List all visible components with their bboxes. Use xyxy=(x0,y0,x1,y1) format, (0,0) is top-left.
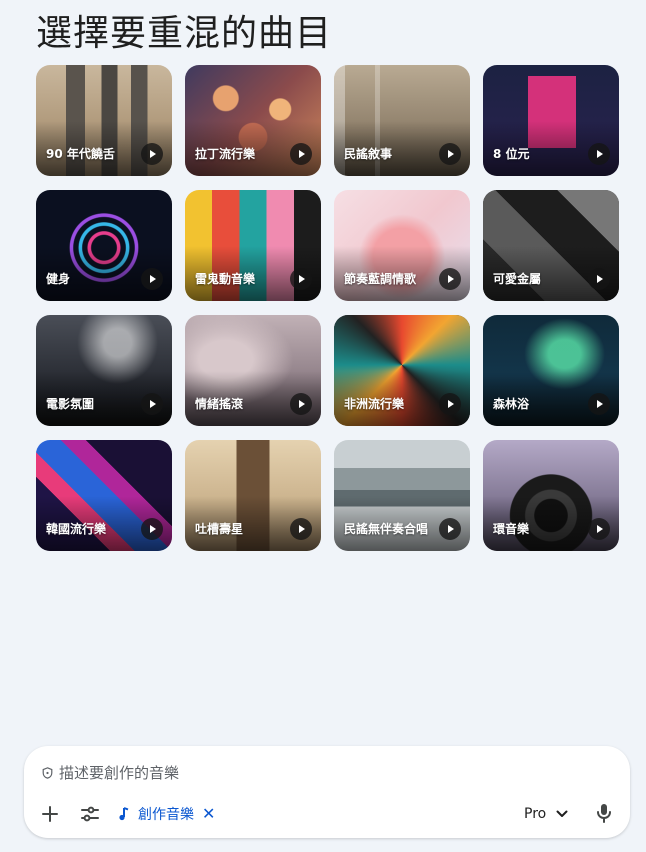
play-icon[interactable] xyxy=(439,393,461,415)
play-icon[interactable] xyxy=(588,518,610,540)
tile-label: 韓國流行樂 xyxy=(46,522,107,536)
track-tile[interactable]: 90 年代饒舌 xyxy=(36,65,172,176)
play-icon[interactable] xyxy=(141,393,163,415)
tile-label: 電影氛圍 xyxy=(46,397,95,411)
tile-label: 吐槽壽星 xyxy=(195,522,244,536)
play-icon[interactable] xyxy=(290,518,312,540)
page-title: 選擇要重混的曲目 xyxy=(36,13,333,54)
prompt-placeholder: 描述要創作的音樂 xyxy=(59,764,180,782)
tile-label: 民謠敘事 xyxy=(344,147,393,161)
track-tile[interactable]: 可愛金屬 xyxy=(483,190,619,301)
tile-label: 非洲流行樂 xyxy=(344,397,405,411)
play-icon[interactable] xyxy=(141,143,163,165)
play-icon[interactable] xyxy=(141,518,163,540)
track-tile[interactable]: 雷鬼動音樂 xyxy=(185,190,321,301)
tile-label: 拉丁流行樂 xyxy=(195,147,256,161)
prompt-input[interactable]: 描述要創作的音樂 xyxy=(42,762,179,783)
track-tile[interactable]: 電影氛圍 xyxy=(36,315,172,426)
track-tile[interactable]: 民謠敘事 xyxy=(334,65,470,176)
tile-label: 可愛金屬 xyxy=(493,272,542,286)
play-icon[interactable] xyxy=(588,143,610,165)
prompt-composer: 描述要創作的音樂 創作音樂 ✕ Pro xyxy=(24,746,630,838)
track-tile[interactable]: 拉丁流行樂 xyxy=(185,65,321,176)
mic-button[interactable] xyxy=(592,801,616,825)
tile-label: 雷鬼動音樂 xyxy=(195,272,256,286)
track-tile[interactable]: 節奏藍調情歌 xyxy=(334,190,470,301)
shield-icon xyxy=(42,766,53,779)
play-icon[interactable] xyxy=(290,268,312,290)
tile-label: 健身 xyxy=(46,272,71,286)
track-tile[interactable]: 健身 xyxy=(36,190,172,301)
tile-label: 森林浴 xyxy=(493,397,530,411)
add-button[interactable] xyxy=(38,802,62,826)
play-icon[interactable] xyxy=(290,143,312,165)
plus-icon xyxy=(42,806,58,822)
play-icon[interactable] xyxy=(439,268,461,290)
tile-label: 90 年代饒舌 xyxy=(46,147,115,161)
track-tile[interactable]: 情緒搖滾 xyxy=(185,315,321,426)
model-selector[interactable]: Pro xyxy=(524,802,568,826)
play-icon[interactable] xyxy=(141,268,163,290)
tile-label: 環音樂 xyxy=(493,522,530,536)
chevron-down-icon xyxy=(556,810,568,817)
model-label: Pro xyxy=(524,806,547,822)
tile-label: 8 位元 xyxy=(493,147,530,161)
track-tile[interactable]: 環音樂 xyxy=(483,440,619,551)
play-icon[interactable] xyxy=(439,143,461,165)
track-tile[interactable]: 森林浴 xyxy=(483,315,619,426)
close-icon[interactable]: ✕ xyxy=(202,806,215,822)
track-tile[interactable]: 韓國流行樂 xyxy=(36,440,172,551)
music-note-icon xyxy=(119,807,129,821)
track-tile[interactable]: 8 位元 xyxy=(483,65,619,176)
play-icon[interactable] xyxy=(290,393,312,415)
tile-label: 情緒搖滾 xyxy=(195,397,244,411)
create-music-chip[interactable]: 創作音樂 ✕ xyxy=(118,801,215,827)
tools-button[interactable] xyxy=(78,802,102,826)
play-icon[interactable] xyxy=(588,268,610,290)
track-grid: 90 年代饒舌 拉丁流行樂 民謠敘事 8 位元健身 雷鬼動音樂 節奏藍調情歌 可愛金屬電影氛… xyxy=(36,65,619,551)
track-tile[interactable]: 吐槽壽星 xyxy=(185,440,321,551)
track-tile[interactable]: 非洲流行樂 xyxy=(334,315,470,426)
tile-label: 民謠無伴奏合唱 xyxy=(344,522,429,536)
mic-icon xyxy=(597,804,611,823)
play-icon[interactable] xyxy=(588,393,610,415)
tile-label: 節奏藍調情歌 xyxy=(344,272,417,286)
track-tile[interactable]: 民謠無伴奏合唱 xyxy=(334,440,470,551)
play-icon[interactable] xyxy=(439,518,461,540)
tune-icon xyxy=(81,806,99,822)
chip-label: 創作音樂 xyxy=(138,807,194,823)
